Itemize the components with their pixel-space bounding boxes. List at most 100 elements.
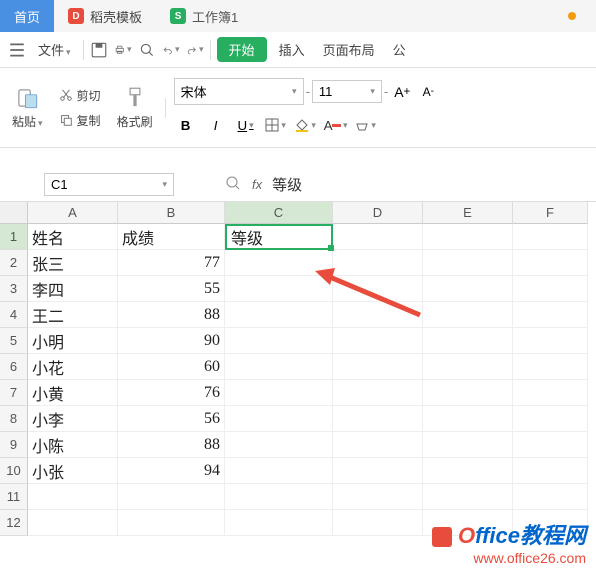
increase-font-button[interactable]: A+ (390, 80, 414, 104)
col-header-A[interactable]: A (28, 202, 118, 224)
row-header[interactable]: 8 (0, 406, 28, 432)
cell[interactable] (513, 406, 588, 432)
cell[interactable]: 小陈 (28, 432, 118, 458)
redo-icon[interactable]: ▾ (186, 41, 204, 59)
cell[interactable] (513, 380, 588, 406)
cell[interactable]: 90 (118, 328, 225, 354)
cell[interactable] (423, 406, 513, 432)
cell[interactable] (225, 302, 333, 328)
copy-button[interactable]: 复制 (55, 110, 105, 131)
cell[interactable]: 张三 (28, 250, 118, 276)
cell[interactable] (333, 250, 423, 276)
cell[interactable] (423, 328, 513, 354)
tab-home[interactable]: 首页 (0, 0, 54, 32)
cell[interactable] (423, 432, 513, 458)
name-box[interactable]: C1▾ (44, 173, 174, 196)
cell[interactable] (423, 224, 513, 250)
cell[interactable]: 88 (118, 432, 225, 458)
cell[interactable]: 成绩 (118, 224, 225, 250)
row-header[interactable]: 12 (0, 510, 28, 536)
cell-selected[interactable]: 等级 (225, 224, 333, 250)
fill-color-button[interactable]: ▾ (294, 113, 318, 137)
row-header[interactable]: 9 (0, 432, 28, 458)
font-select[interactable]: 宋体▾ (174, 78, 304, 105)
cell[interactable] (28, 510, 118, 536)
print-icon[interactable]: ▾ (114, 41, 132, 59)
col-header-F[interactable]: F (513, 202, 588, 224)
row-header[interactable]: 7 (0, 380, 28, 406)
cell[interactable] (333, 276, 423, 302)
col-header-C[interactable]: C (225, 202, 333, 224)
cell[interactable]: 56 (118, 406, 225, 432)
cell[interactable]: 王二 (28, 302, 118, 328)
cell[interactable] (225, 354, 333, 380)
cell[interactable] (513, 354, 588, 380)
menu-file[interactable]: 文件▾ (32, 36, 77, 63)
row-header[interactable]: 3 (0, 276, 28, 302)
cell[interactable] (225, 250, 333, 276)
cell[interactable] (423, 458, 513, 484)
decrease-font-button[interactable]: A- (416, 80, 440, 104)
zoom-icon[interactable] (224, 174, 242, 195)
cell[interactable]: 88 (118, 302, 225, 328)
cell[interactable]: 94 (118, 458, 225, 484)
font-color-button[interactable]: A▾ (324, 113, 348, 137)
cell[interactable] (513, 250, 588, 276)
row-header[interactable]: 4 (0, 302, 28, 328)
cell[interactable] (333, 354, 423, 380)
cell[interactable] (513, 276, 588, 302)
fx-icon[interactable]: fx (252, 177, 262, 192)
underline-button[interactable]: U▾ (234, 113, 258, 137)
cell[interactable] (513, 328, 588, 354)
menu-icon[interactable] (8, 41, 26, 59)
formatbrush-button[interactable]: 格式刷 (113, 81, 157, 134)
fill-handle[interactable] (328, 245, 334, 251)
tab-docer[interactable]: D 稻壳模板 (54, 0, 156, 32)
row-header[interactable]: 5 (0, 328, 28, 354)
cell[interactable] (513, 302, 588, 328)
col-header-B[interactable]: B (118, 202, 225, 224)
cell[interactable] (513, 458, 588, 484)
cell[interactable] (225, 328, 333, 354)
cell[interactable] (513, 432, 588, 458)
cell[interactable]: 76 (118, 380, 225, 406)
ribbon-layout[interactable]: 页面布局 (317, 36, 381, 63)
fontsize-select[interactable]: 11▾ (312, 80, 382, 103)
cell[interactable] (225, 510, 333, 536)
cell[interactable] (333, 224, 423, 250)
cell[interactable]: 小花 (28, 354, 118, 380)
row-header[interactable]: 10 (0, 458, 28, 484)
cell[interactable] (333, 484, 423, 510)
cell[interactable] (513, 224, 588, 250)
cell[interactable] (333, 406, 423, 432)
cell[interactable]: 60 (118, 354, 225, 380)
border-button[interactable]: ▾ (264, 113, 288, 137)
cell[interactable] (225, 276, 333, 302)
cell[interactable] (118, 484, 225, 510)
cell[interactable] (225, 406, 333, 432)
cell[interactable] (423, 250, 513, 276)
cell[interactable]: 小明 (28, 328, 118, 354)
col-header-D[interactable]: D (333, 202, 423, 224)
row-header[interactable]: 11 (0, 484, 28, 510)
cell[interactable] (118, 510, 225, 536)
ribbon-start[interactable]: 开始 (217, 37, 267, 62)
bold-button[interactable]: B (174, 113, 198, 137)
cell[interactable] (333, 510, 423, 536)
cell[interactable] (28, 484, 118, 510)
ribbon-insert[interactable]: 插入 (273, 36, 311, 63)
cell[interactable] (333, 302, 423, 328)
cell[interactable] (423, 302, 513, 328)
cell[interactable] (513, 484, 588, 510)
tab-document[interactable]: S 工作簿1 (156, 0, 252, 32)
cell[interactable] (333, 380, 423, 406)
cell[interactable] (423, 484, 513, 510)
cell[interactable]: 77 (118, 250, 225, 276)
formula-value[interactable]: 等级 (272, 174, 302, 195)
save-icon[interactable] (90, 41, 108, 59)
cell[interactable]: 姓名 (28, 224, 118, 250)
cell[interactable]: 55 (118, 276, 225, 302)
cell[interactable]: 小张 (28, 458, 118, 484)
cell[interactable] (225, 432, 333, 458)
cell[interactable] (333, 432, 423, 458)
